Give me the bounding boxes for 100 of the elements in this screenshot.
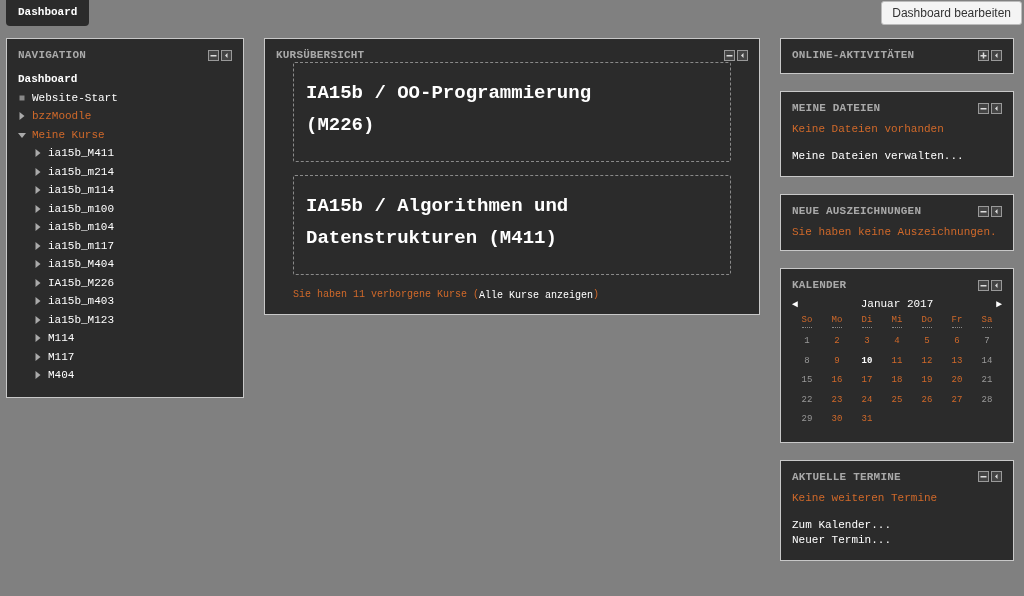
- calendar-day[interactable]: 31: [852, 410, 882, 430]
- caret-right-icon[interactable]: [34, 278, 42, 287]
- calendar-day[interactable]: 9: [822, 351, 852, 371]
- calendar-day[interactable]: 25: [882, 390, 912, 410]
- calendar-link[interactable]: Neuer Termin...: [792, 532, 1002, 548]
- caret-right-icon[interactable]: [34, 352, 42, 361]
- calendar-day[interactable]: 24: [852, 390, 882, 410]
- dock-icon[interactable]: [221, 49, 232, 61]
- collapse-icon[interactable]: [978, 102, 989, 114]
- calendar-day[interactable]: 23: [822, 390, 852, 410]
- dock-icon[interactable]: [991, 49, 1002, 61]
- calendar-day[interactable]: 2: [822, 332, 852, 352]
- nav-link[interactable]: ia15b_M404: [48, 258, 114, 271]
- calendar-day[interactable]: 10: [852, 351, 882, 371]
- block-title: KALENDER: [792, 279, 847, 291]
- nav-link[interactable]: ia15b_M411: [48, 147, 114, 160]
- dock-icon[interactable]: [991, 205, 1002, 217]
- dock-icon[interactable]: [991, 471, 1002, 482]
- nav-link[interactable]: Website-Start: [32, 91, 118, 104]
- nav-link[interactable]: Dashboard: [18, 73, 78, 86]
- calendar-day[interactable]: 7: [972, 332, 1002, 352]
- block-title: ONLINE-AKTIVITÄTEN: [792, 49, 915, 61]
- caret-right-icon[interactable]: [34, 149, 42, 158]
- nav-link[interactable]: ia15b_M123: [48, 313, 114, 326]
- caret-right-icon[interactable]: [34, 167, 42, 176]
- weekday-label: Sa: [981, 313, 993, 328]
- caret-right-icon[interactable]: [34, 334, 42, 343]
- calendar-day[interactable]: 13: [942, 351, 972, 371]
- caret-right-icon[interactable]: [34, 204, 42, 213]
- calendar-day[interactable]: 8: [792, 351, 822, 371]
- expand-icon[interactable]: [978, 49, 989, 61]
- calendar-day[interactable]: 12: [912, 351, 942, 371]
- calendar-link[interactable]: Zum Kalender...: [792, 517, 1002, 533]
- dashboard-tab[interactable]: Dashboard: [6, 0, 90, 26]
- edit-dashboard-button[interactable]: Dashboard bearbeiten: [881, 1, 1022, 25]
- calendar-day[interactable]: 17: [852, 371, 882, 391]
- dock-icon[interactable]: [991, 102, 1002, 114]
- block-title: KURSÜBERSICHT: [276, 49, 365, 61]
- nav-link[interactable]: ia15b_m114: [48, 184, 114, 197]
- nav-link[interactable]: ia15b_m117: [48, 239, 114, 252]
- collapse-icon[interactable]: [978, 279, 989, 291]
- calendar-day[interactable]: 19: [912, 371, 942, 391]
- collapse-icon[interactable]: [208, 49, 219, 61]
- nav-link[interactable]: M404: [48, 369, 75, 382]
- nav-link[interactable]: M114: [48, 332, 75, 345]
- caret-right-icon[interactable]: [34, 260, 42, 269]
- calendar-day[interactable]: 20: [942, 371, 972, 391]
- calendar-day[interactable]: 27: [942, 390, 972, 410]
- weekday-label: Mi: [891, 313, 903, 328]
- weekday-label: So: [801, 313, 813, 328]
- nav-link[interactable]: bzzMoodle: [32, 110, 92, 123]
- collapse-icon[interactable]: [978, 205, 989, 217]
- nav-link[interactable]: Meine Kurse: [32, 128, 105, 141]
- manage-files-link[interactable]: Meine Dateien verwalten...: [792, 149, 1002, 164]
- nav-link[interactable]: ia15b_m403: [48, 295, 114, 308]
- dock-icon[interactable]: [737, 49, 748, 61]
- calendar-day[interactable]: 22: [792, 390, 822, 410]
- caret-right-icon[interactable]: [34, 223, 42, 232]
- nav-link[interactable]: ia15b_m100: [48, 202, 114, 215]
- calendar-day[interactable]: 29: [792, 410, 822, 430]
- collapse-icon[interactable]: [978, 471, 989, 482]
- show-all-courses-link[interactable]: Alle Kurse anzeigen: [479, 289, 594, 302]
- weekday-label: Mo: [831, 313, 843, 328]
- caret-right-icon[interactable]: [18, 112, 26, 121]
- nav-link[interactable]: M117: [48, 350, 75, 363]
- nav-link[interactable]: ia15b_m104: [48, 221, 114, 234]
- calendar-day[interactable]: 3: [852, 332, 882, 352]
- nav-link[interactable]: IA15b_M226: [48, 276, 114, 289]
- no-files-notice: Keine Dateien vorhanden: [792, 123, 945, 135]
- calendar-day[interactable]: 11: [882, 351, 912, 371]
- nav-link[interactable]: ia15b_m214: [48, 165, 114, 178]
- calendar-day[interactable]: 4: [882, 332, 912, 352]
- block-title: NEUE AUSZEICHNUNGEN: [792, 205, 922, 217]
- caret-right-icon[interactable]: [34, 371, 42, 380]
- caret-right-icon[interactable]: [34, 186, 42, 195]
- calendar-day[interactable]: 21: [972, 371, 1002, 391]
- course-link[interactable]: IA15b / Algorithmen und Datenstrukturen (M411): [306, 190, 646, 254]
- caret-right-icon[interactable]: [34, 315, 42, 324]
- calendar-day[interactable]: 28: [972, 390, 1002, 410]
- caret-down-icon[interactable]: [18, 130, 26, 139]
- calendar-day[interactable]: 6: [942, 332, 972, 352]
- calendar-day[interactable]: 15: [792, 371, 822, 391]
- calendar-day[interactable]: 14: [972, 351, 1002, 371]
- calendar-day[interactable]: 26: [912, 390, 942, 410]
- caret-right-icon[interactable]: [34, 241, 42, 250]
- block-title: AKTUELLE TERMINE: [792, 470, 901, 483]
- calendar-day[interactable]: 30: [822, 410, 852, 430]
- calendar-day[interactable]: 16: [822, 371, 852, 391]
- calendar-day[interactable]: 1: [792, 332, 822, 352]
- dock-icon[interactable]: [991, 279, 1002, 291]
- collapse-icon[interactable]: [724, 49, 735, 61]
- caret-right-icon[interactable]: [34, 297, 42, 306]
- calendar-day[interactable]: 5: [912, 332, 942, 352]
- previous-month-link[interactable]: ◄: [792, 298, 798, 310]
- closing-parenthesis: ): [593, 289, 600, 302]
- next-month-link[interactable]: ►: [996, 298, 1002, 310]
- calendar-day[interactable]: 18: [882, 371, 912, 391]
- course-link[interactable]: IA15b / OO-Programmierung (M226): [306, 77, 646, 141]
- no-events-notice: Keine weiteren Termine: [792, 491, 939, 504]
- no-badges-notice: Sie haben keine Auszeichnungen.: [792, 226, 998, 238]
